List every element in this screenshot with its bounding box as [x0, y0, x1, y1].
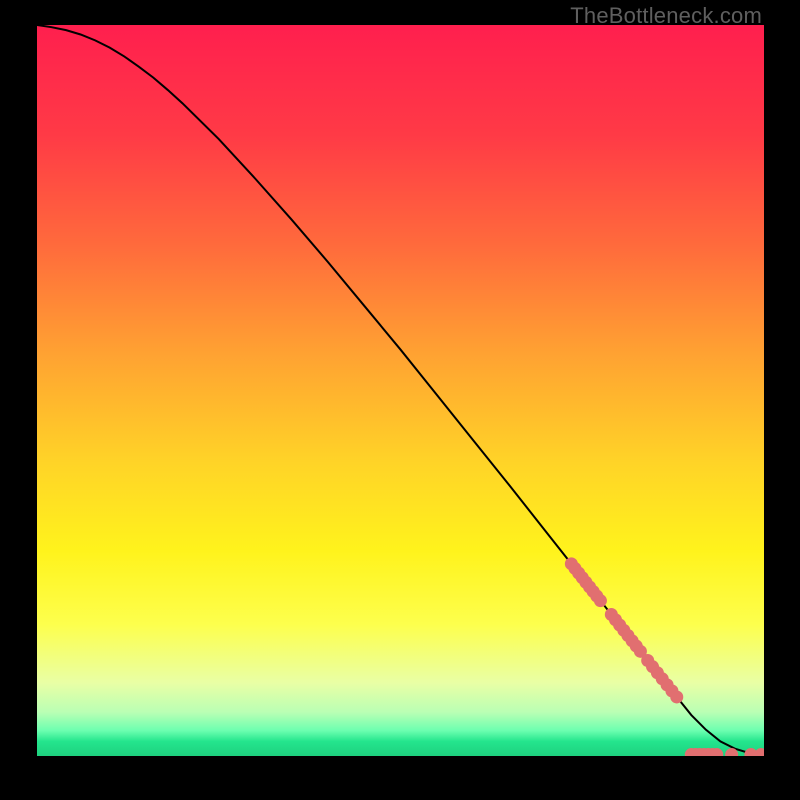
- chart-svg: [37, 25, 764, 756]
- plot-area: [37, 25, 764, 756]
- gradient-background: [37, 25, 764, 756]
- data-point: [594, 594, 607, 607]
- data-point: [670, 690, 683, 703]
- chart-frame: TheBottleneck.com: [0, 0, 800, 800]
